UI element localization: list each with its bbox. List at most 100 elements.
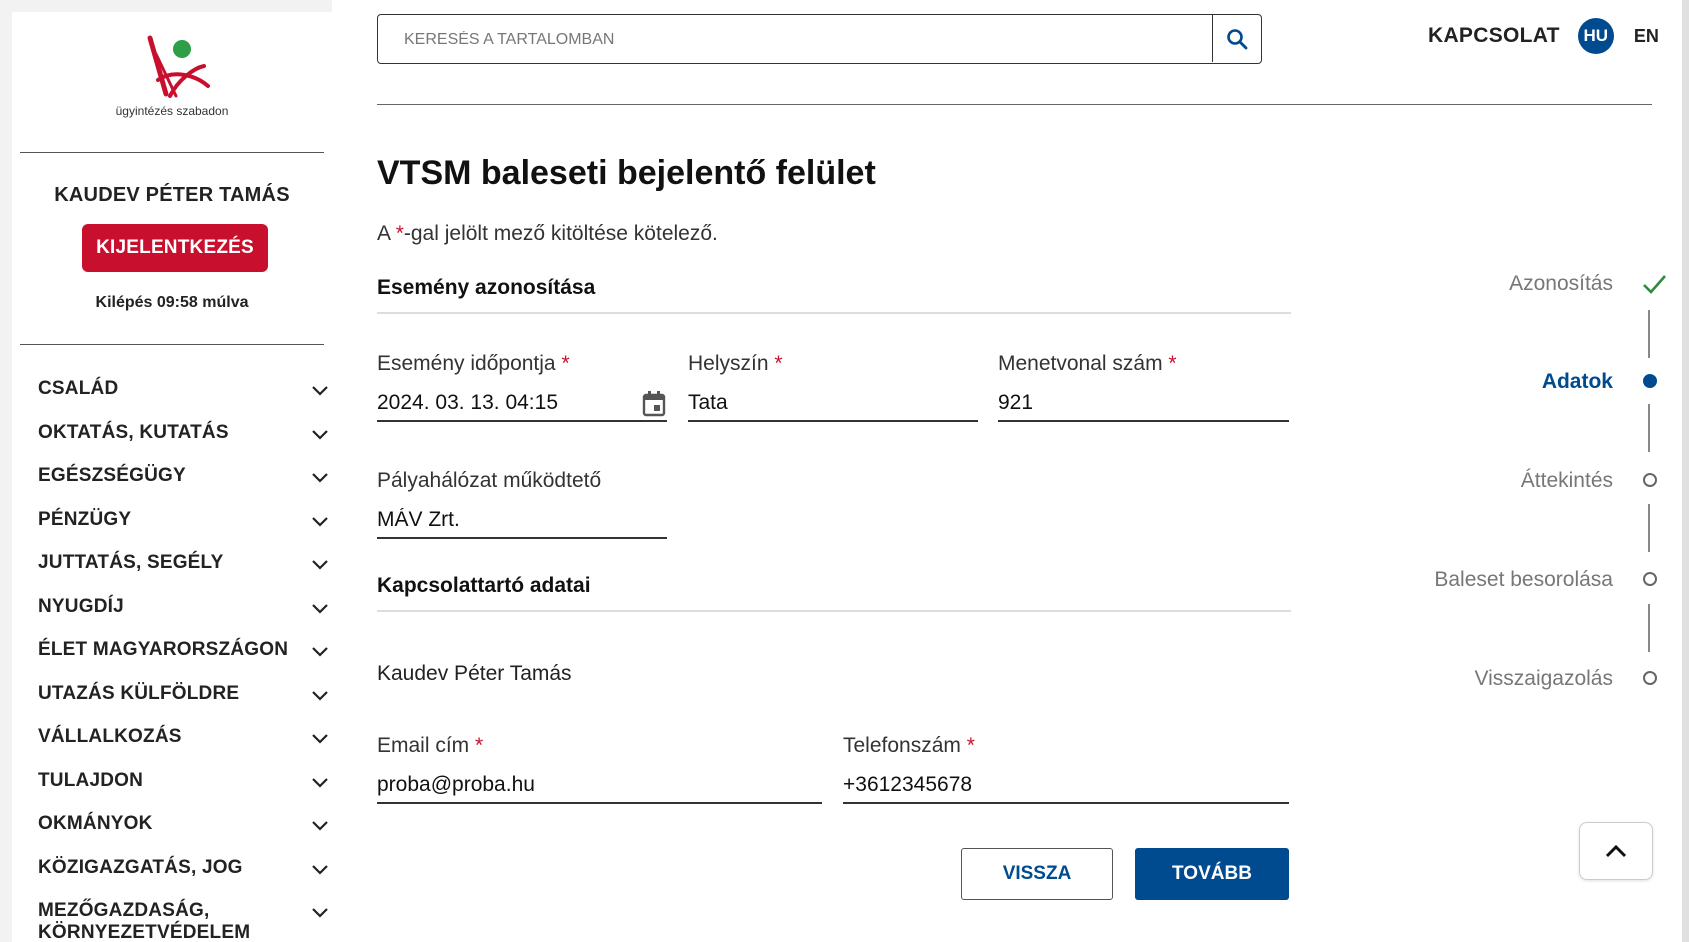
nav-item-label: UTAZÁS KÜLFÖLDRE [38,682,240,704]
nav-item-oktatas[interactable]: OKTATÁS, KUTATÁS [38,421,332,466]
nav-item-label: VÁLLALKOZÁS [38,726,182,747]
divider [20,152,324,153]
event-time-label: Esemény időpontja * [377,352,667,376]
lang-en-button[interactable]: EN [1634,26,1659,47]
chevron-down-icon [312,647,328,657]
phone-input[interactable] [843,768,1289,804]
page-scrollbar[interactable] [1682,0,1689,942]
chevron-down-icon [312,473,328,483]
chevron-down-icon [312,690,328,701]
section-title-event: Esemény azonosítása [377,276,596,299]
required-note-pre: A [377,222,396,245]
scroll-to-top-button[interactable] [1579,822,1653,880]
logo-text: ügyintézés szabadon [115,104,229,118]
sidebar: ügyintézés szabadon KAUDEV PÉTER TAMÁS K… [12,12,333,942]
nav-item-label: ÉLET MAGYARORSZÁGON [38,639,289,660]
chevron-down-icon [312,429,328,440]
chevron-down-icon [312,560,328,570]
phone-label: Telefonszám * [843,734,1289,758]
search-bar [377,14,1262,64]
step-baleset-besorolasa: Baleset besorolása [1434,568,1613,591]
main-content: KAPCSOLAT HU EN VTSM baleseti bejelentő … [332,0,1689,942]
search-input[interactable] [378,15,1241,64]
nav-item-tulajdon[interactable]: TULAJDON [38,770,332,814]
event-time-input[interactable] [377,386,667,422]
location-label: Helyszín * [688,352,978,376]
location-input[interactable] [688,386,978,422]
step-pending-circle-icon [1643,473,1657,487]
nav-item-juttatas[interactable]: JUTTATÁS, SEGÉLY [38,552,332,596]
step-azonositas: Azonosítás [1509,272,1613,295]
divider [20,344,324,345]
nav-item-kozigazgatas[interactable]: KÖZIGAZGATÁS, JOG [38,856,332,901]
nav-item-elet[interactable]: ÉLET MAGYARORSZÁGON [38,639,332,683]
step-active-dot-icon [1643,374,1657,388]
chevron-down-icon [312,908,328,918]
required-star: * [475,734,484,757]
required-note: A *-gal jelölt mező kitöltése kötelező. [377,222,718,246]
chevron-down-icon [312,516,328,527]
nav-item-label: JUTTATÁS, SEGÉLY [38,552,224,573]
lang-hu-button[interactable]: HU [1577,18,1614,54]
step-pending-circle-icon [1643,572,1657,586]
session-timer: Kilépés 09:58 múlva [95,294,249,311]
user-name: KAUDEV PÉTER TAMÁS [54,184,290,206]
logo-mark-icon [147,35,210,98]
route-number-input[interactable] [998,386,1289,422]
nav-item-label: NYUGDÍJ [38,595,124,617]
email-label: Email cím * [377,734,822,758]
nav-item-vallalkozas[interactable]: VÁLLALKOZÁS [38,726,332,770]
nav-item-utazas[interactable]: UTAZÁS KÜLFÖLDRE [38,682,332,727]
step-connector [1648,504,1650,552]
next-button[interactable]: TOVÁBB [1135,848,1289,900]
nav-item-label: CSALÁD [38,378,119,399]
category-nav: CSALÁD OKTATÁS, KUTATÁS EGÉSZSÉGÜGY PÉNZ… [38,378,332,942]
phone-label-text: Telefonszám [843,734,961,757]
nav-item-egeszsegugy[interactable]: EGÉSZSÉGÜGY [38,465,332,509]
nav-item-label: OKMÁNYOK [38,813,153,834]
section-divider [377,312,1291,314]
logo[interactable]: ügyintézés szabadon [12,12,332,152]
calendar-icon[interactable] [641,390,667,418]
nav-item-nyugdij[interactable]: NYUGDÍJ [38,595,332,640]
nav-item-mezogazdasag[interactable]: MEZŐGAZDASÁG, KÖRNYEZETVÉDELEM [38,900,332,942]
chevron-down-icon [312,603,328,614]
nav-item-label: EGÉSZSÉGÜGY [38,465,186,486]
step-connector [1648,404,1650,452]
operator-input[interactable] [377,503,667,539]
step-visszaigazolas: Visszaigazolás [1474,667,1613,690]
phone-field: Telefonszám * [843,734,1289,804]
back-button[interactable]: VISSZA [961,848,1113,900]
search-button[interactable] [1212,15,1261,62]
required-note-post: -gal jelölt mező kitöltése kötelező. [403,222,718,245]
nav-item-label: OKTATÁS, KUTATÁS [38,421,229,443]
location-label-text: Helyszín [688,352,769,375]
chevron-down-icon [312,777,328,788]
chevron-down-icon [312,821,328,831]
contact-link[interactable]: KAPCSOLAT [1428,24,1560,48]
route-number-field: Menetvonal szám * [998,352,1289,422]
chevron-down-icon [312,734,328,744]
required-star: * [1168,352,1177,375]
email-field: Email cím * [377,734,822,804]
nav-item-label: KÖZIGAZGATÁS, JOG [38,856,243,878]
nav-item-okmanyok[interactable]: OKMÁNYOK [38,813,332,857]
email-input[interactable] [377,768,822,804]
logout-button[interactable]: KIJELENTKEZÉS [82,224,268,272]
page-title: VTSM baleseti bejelentő felület [377,154,876,192]
email-label-text: Email cím [377,734,470,757]
chevron-down-icon [312,864,328,875]
route-number-label: Menetvonal szám * [998,352,1289,376]
event-time-label-text: Esemény időpontja [377,352,556,375]
required-star: * [966,734,975,757]
step-adatok: Adatok [1541,370,1613,393]
event-time-field: Esemény időpontja * [377,352,667,422]
nav-item-penzugy[interactable]: PÉNZÜGY [38,509,332,553]
nav-item-csalad[interactable]: CSALÁD [38,378,332,422]
step-connector [1648,604,1650,652]
route-number-label-text: Menetvonal szám [998,352,1163,375]
chevron-down-icon [312,386,328,396]
contact-name: Kaudev Péter Tamás [377,662,572,685]
section-title-contact: Kapcsolattartó adatai [377,574,591,597]
section-divider [377,610,1291,612]
